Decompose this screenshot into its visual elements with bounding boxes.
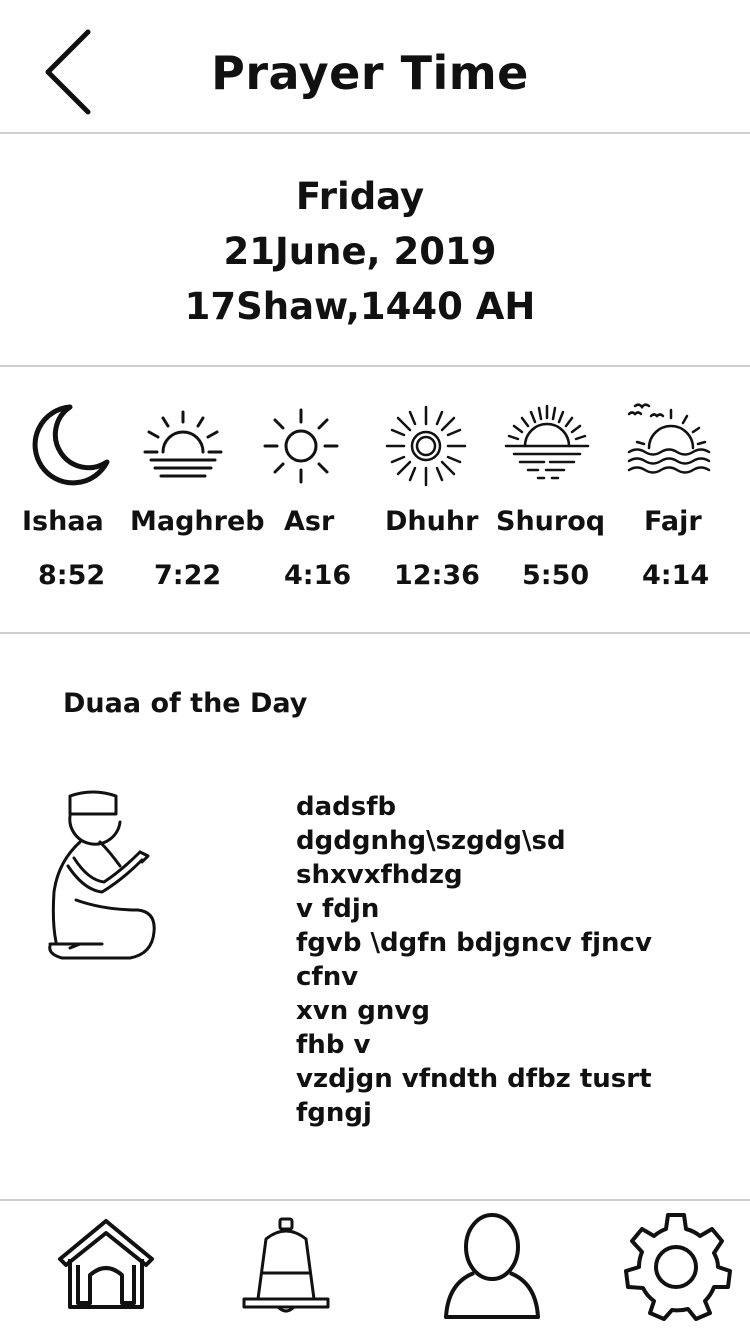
date-section: Friday 21June, 2019 17Shaw,1440 AH: [0, 135, 750, 367]
dawn-birds-icon: [627, 403, 711, 474]
prayer-times-row: Ishaa 8:52 Maghreb 7:22 Asr 4:16 Dhuhr 1…: [0, 368, 750, 634]
hijri-date: 17Shaw,1440 AH: [184, 285, 536, 328]
weekday-label: Friday: [295, 175, 425, 218]
duaa-text: dadsfb dgdgnhg\szgdg\sd shxvxfhdzg v fdj…: [296, 790, 736, 1130]
duaa-title: Duaa of the Day: [63, 688, 308, 719]
prayer-item-ishaa[interactable]: Ishaa 8:52: [0, 368, 125, 634]
prayer-name: Maghreb: [130, 506, 265, 537]
duaa-line: dadsfb: [296, 792, 397, 822]
gregorian-date: 21June, 2019: [223, 230, 497, 273]
prayer-time: 8:52: [38, 560, 106, 591]
bell-icon: [242, 1217, 330, 1313]
prayer-item-maghreb[interactable]: Maghreb 7:22: [125, 368, 265, 634]
sunset-icon: [143, 410, 223, 478]
page-title: Prayer Time: [211, 46, 529, 100]
duaa-line: vzdjgn vfndth dfbz tusrt: [296, 1064, 652, 1094]
home-icon: [58, 1219, 154, 1309]
user-icon: [444, 1213, 540, 1319]
duaa-line: v fdjn: [296, 894, 380, 924]
prayer-name: Shuroq: [496, 506, 606, 537]
prayer-name: Dhuhr: [385, 506, 479, 537]
praying-man-icon: [48, 790, 156, 960]
nav-profile-button[interactable]: [440, 1209, 544, 1329]
bottom-nav: [0, 1199, 750, 1334]
prayer-time: 5:50: [522, 560, 590, 591]
prayer-name: Fajr: [644, 506, 702, 537]
header: Prayer Time: [0, 0, 750, 134]
duaa-line: dgdgnhg\szgdg\sd: [296, 826, 566, 856]
duaa-line: xvn gnvg: [296, 996, 430, 1026]
nav-home-button[interactable]: [56, 1217, 156, 1315]
prayer-name: Ishaa: [22, 506, 104, 537]
duaa-line: fgngj: [296, 1098, 372, 1128]
gear-icon: [624, 1213, 732, 1321]
prayer-item-fajr[interactable]: Fajr 4:14: [615, 368, 750, 634]
bright-sun-icon: [385, 405, 467, 487]
duaa-line: fhb v: [296, 1030, 371, 1060]
duaa-line: fgvb \dgfn bdjgncv fjncv: [296, 928, 652, 958]
nav-notifications-button[interactable]: [240, 1215, 332, 1319]
prayer-item-asr[interactable]: Asr 4:16: [260, 368, 370, 634]
sun-icon: [263, 408, 339, 484]
duaa-line: shxvxfhdzg: [296, 860, 463, 890]
duaa-line: cfnv: [296, 962, 359, 992]
prayer-time: 7:22: [154, 560, 222, 591]
crescent-moon-icon: [32, 404, 110, 486]
prayer-time: 4:14: [642, 560, 710, 591]
prayer-item-shuroq[interactable]: Shuroq 5:50: [490, 368, 615, 634]
sunrise-over-water-icon: [504, 404, 590, 480]
prayer-item-dhuhr[interactable]: Dhuhr 12:36: [370, 368, 490, 634]
prayer-time: 4:16: [284, 560, 352, 591]
prayer-time: 12:36: [394, 560, 480, 591]
nav-settings-button[interactable]: [620, 1209, 732, 1325]
prayer-name: Asr: [284, 506, 335, 537]
